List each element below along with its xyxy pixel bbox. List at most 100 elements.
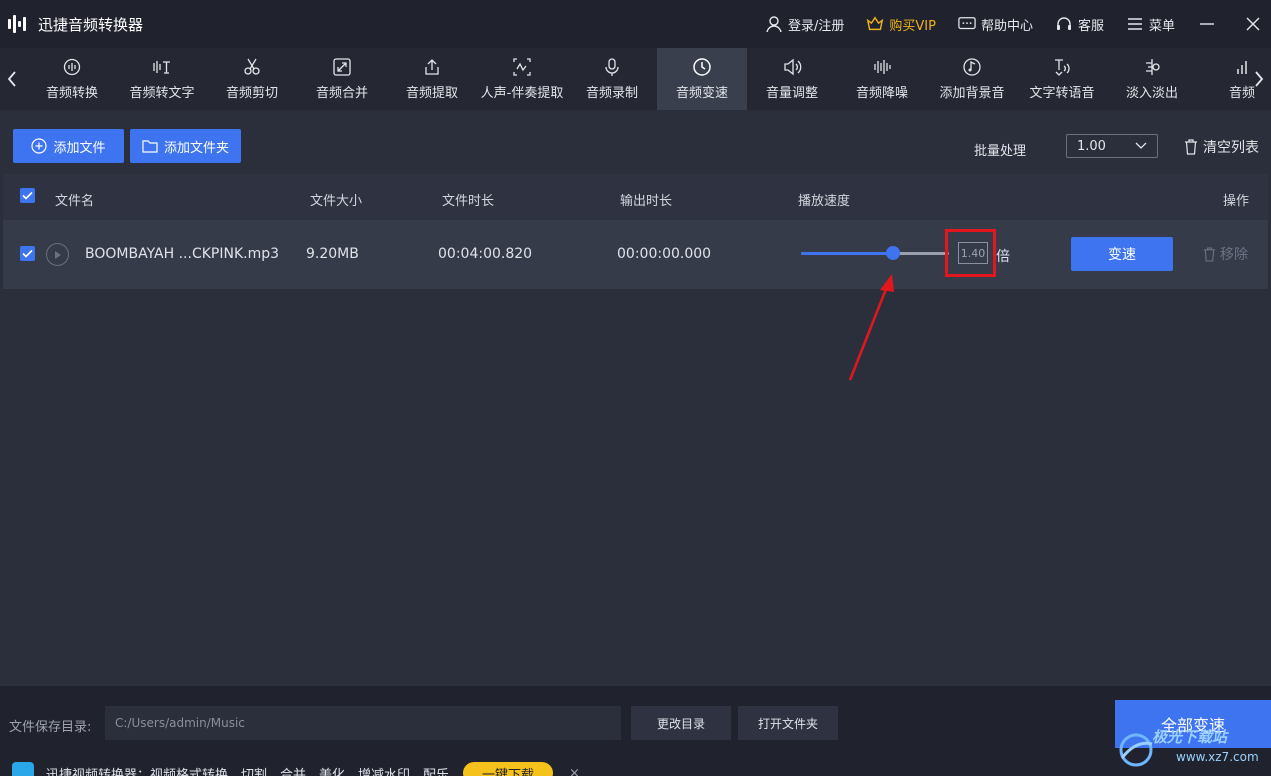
tool-tab-label: 音频降噪 — [855, 86, 908, 101]
batch-speed-value: 1.00 — [1077, 138, 1106, 154]
watermark-logo-icon — [1119, 733, 1153, 767]
tool-tab-11[interactable]: 文字转语音 — [1017, 48, 1107, 110]
customer-service-button[interactable]: 客服 — [1055, 15, 1104, 34]
file-name: BOOMBAYAH ...CKPINK.mp3 — [85, 246, 280, 262]
watermark-url: www.xz7.com — [1176, 750, 1259, 764]
minimize-button[interactable] — [1197, 14, 1217, 34]
app-logo-icon — [8, 12, 32, 36]
save-dir-label: 文件保存目录: — [9, 720, 92, 735]
watermark: 极光下载站 www.xz7.com — [1112, 724, 1271, 776]
clear-list-label: 清空列表 — [1203, 140, 1259, 156]
folder-icon — [142, 140, 158, 153]
title-bar: 迅捷音频转换器 登录/注册 购买VIP 帮助中心 客服 菜单 — [0, 0, 1271, 48]
promo-close-button[interactable]: × — [569, 766, 580, 776]
close-button[interactable] — [1243, 14, 1263, 34]
chevron-right-icon — [1255, 71, 1264, 87]
tool-tab-6[interactable]: 音频录制 — [567, 48, 657, 110]
tool-tab-9[interactable]: 音频降噪 — [837, 48, 927, 110]
merge-icon — [333, 58, 351, 76]
tool-tab-label: 音频转换 — [45, 86, 98, 101]
headset-icon — [1056, 17, 1071, 30]
trash-icon — [1185, 139, 1197, 155]
save-path-field[interactable]: C:/Users/admin/Music — [105, 706, 621, 740]
tool-tab-label: 音频剪切 — [225, 86, 278, 101]
header-playback-speed: 播放速度 — [798, 194, 851, 209]
feature-toolbar: 音频转换 音频转文字 音频剪切 音频合并 音频提取 人声-伴奏提取 音频录制 音频变速 音量调整… — [0, 48, 1271, 110]
tool-tab-label: 文字转语音 — [1029, 86, 1095, 101]
text-to-speech-icon — [1055, 59, 1070, 76]
volume-icon — [784, 58, 802, 76]
tool-tab-0[interactable]: 音频转换 — [27, 48, 117, 110]
chat-icon — [958, 17, 976, 30]
tool-tab-2[interactable]: 音频剪切 — [207, 48, 297, 110]
video-converter-icon — [12, 762, 34, 776]
add-folder-button[interactable]: 添加文件夹 — [130, 129, 241, 163]
music-note-icon — [963, 58, 981, 76]
vip-label: 购买VIP — [889, 18, 936, 34]
tool-tab-12[interactable]: 淡入淡出 — [1107, 48, 1197, 110]
login-label: 登录/注册 — [787, 18, 845, 34]
row-checkbox[interactable] — [20, 246, 35, 261]
tool-tab-10[interactable]: 添加背景音 — [927, 48, 1017, 110]
help-center-button[interactable]: 帮助中心 — [958, 15, 1033, 34]
service-label: 客服 — [1077, 18, 1104, 34]
tool-tab-7[interactable]: 音频变速 — [657, 48, 747, 110]
chevron-down-icon — [1135, 142, 1147, 149]
change-speed-button[interactable]: 变速 — [1071, 237, 1173, 271]
header-action: 操作 — [1223, 194, 1250, 209]
open-folder-button[interactable]: 打开文件夹 — [738, 706, 838, 740]
tool-tab-5[interactable]: 人声-伴奏提取 — [477, 48, 567, 110]
file-duration: 00:04:00.820 — [438, 246, 533, 262]
play-button[interactable] — [46, 243, 69, 266]
menu-button[interactable]: 菜单 — [1126, 15, 1175, 34]
tool-tab-1[interactable]: 音频转文字 — [117, 48, 207, 110]
highlight-box — [945, 229, 996, 277]
login-button[interactable]: 登录/注册 — [765, 15, 844, 34]
header-filename[interactable]: 文件名 — [55, 190, 94, 209]
vocal-separate-icon — [513, 58, 531, 76]
hamburger-icon — [1127, 18, 1142, 30]
tool-tab-label: 音频合并 — [315, 86, 368, 101]
change-dir-button[interactable]: 更改目录 — [631, 706, 731, 740]
check-icon — [22, 191, 33, 200]
speed-icon — [693, 58, 711, 76]
tool-tab-label: 音频录制 — [585, 86, 638, 101]
fade-icon — [1146, 59, 1160, 75]
remove-button[interactable]: 移除 — [1203, 244, 1248, 264]
vip-button[interactable]: 购买VIP — [866, 15, 936, 34]
add-file-label: 添加文件 — [53, 140, 106, 156]
clear-list-button[interactable]: 清空列表 — [1184, 137, 1259, 157]
app-title: 迅捷音频转换器 — [38, 15, 144, 34]
tool-tab-label: 淡入淡出 — [1125, 86, 1178, 101]
tool-tab-label: 音量调整 — [765, 86, 818, 101]
tool-tab-3[interactable]: 音频合并 — [297, 48, 387, 110]
speed-slider-thumb[interactable] — [885, 246, 900, 260]
file-size: 9.20MB — [306, 246, 359, 262]
header-filesize[interactable]: 文件大小 — [310, 190, 362, 209]
add-file-button[interactable]: 添加文件 — [13, 129, 124, 163]
speed-unit: 倍 — [996, 249, 1010, 265]
scroll-right-button[interactable] — [1247, 48, 1271, 110]
speed-slider[interactable] — [801, 246, 949, 260]
header-output-duration[interactable]: 输出时长 — [620, 190, 672, 209]
header-duration[interactable]: 文件时长 — [442, 190, 494, 209]
microphone-icon — [605, 58, 619, 76]
close-icon — [1246, 17, 1260, 31]
batch-speed-select[interactable]: 1.00 — [1066, 134, 1158, 158]
select-all-checkbox[interactable] — [20, 188, 35, 203]
check-icon — [22, 249, 33, 258]
table-header: 文件名 文件大小 文件时长 输出时长 播放速度 操作 — [3, 174, 1268, 220]
output-duration: 00:00:00.000 — [617, 246, 712, 262]
promo-download-button[interactable]: 一键下载 — [463, 762, 554, 776]
menu-label: 菜单 — [1148, 18, 1175, 34]
tool-tab-4[interactable]: 音频提取 — [387, 48, 477, 110]
bottom-bar: 文件保存目录: C:/Users/admin/Music 更改目录 打开文件夹 … — [0, 686, 1271, 776]
scroll-left-button[interactable] — [0, 48, 24, 110]
tool-tab-8[interactable]: 音量调整 — [747, 48, 837, 110]
promo-bar: 迅捷视频转换器：视频格式转换、切割、合并、美化、增减水印、配乐 一键下载 × — [0, 762, 1271, 776]
minimize-icon — [1200, 23, 1214, 25]
promo-text: 迅捷视频转换器：视频格式转换、切割、合并、美化、增减水印、配乐 — [46, 767, 450, 776]
user-icon — [766, 16, 782, 33]
remove-label: 移除 — [1220, 247, 1248, 263]
add-folder-label: 添加文件夹 — [163, 140, 229, 156]
